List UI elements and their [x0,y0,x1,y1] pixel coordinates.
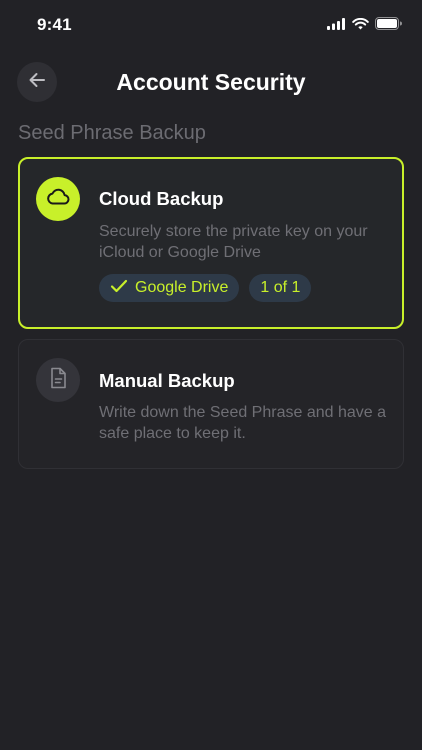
section-title: Seed Phrase Backup [18,122,206,144]
check-icon [110,279,128,298]
count-chip: 1 of 1 [249,274,312,302]
battery-icon [375,17,402,35]
wifi-icon [352,17,369,35]
page-title: Account Security [116,69,306,95]
cloud-icon [45,184,71,215]
manual-backup-card[interactable]: Manual Backup Write down the Seed Phrase… [18,339,404,469]
google-drive-chip: Google Drive [99,274,240,302]
chip-label: Google Drive [135,279,229,296]
status-icons [327,17,402,35]
card-description: Securely store the private key on your i… [99,223,368,261]
cloud-icon-container [36,177,80,221]
screen: 9:41 Account Security Seed Phrase Backup… [0,0,422,750]
cloud-backup-card[interactable]: Cloud Backup Securely store the private … [18,157,404,329]
chips: Google Drive 1 of 1 [99,274,312,302]
signal-icon [327,17,346,35]
card-title: Cloud Backup [99,188,224,209]
chip-label: 1 of 1 [260,279,301,296]
document-icon [47,366,69,395]
card-description: Write down the Seed Phrase and have a sa… [99,404,386,442]
header: Account Security [0,60,422,104]
card-title: Manual Backup [99,370,235,391]
document-icon-container [36,358,80,402]
status-time: 9:41 [37,15,72,34]
status-bar: 9:41 [0,0,422,50]
